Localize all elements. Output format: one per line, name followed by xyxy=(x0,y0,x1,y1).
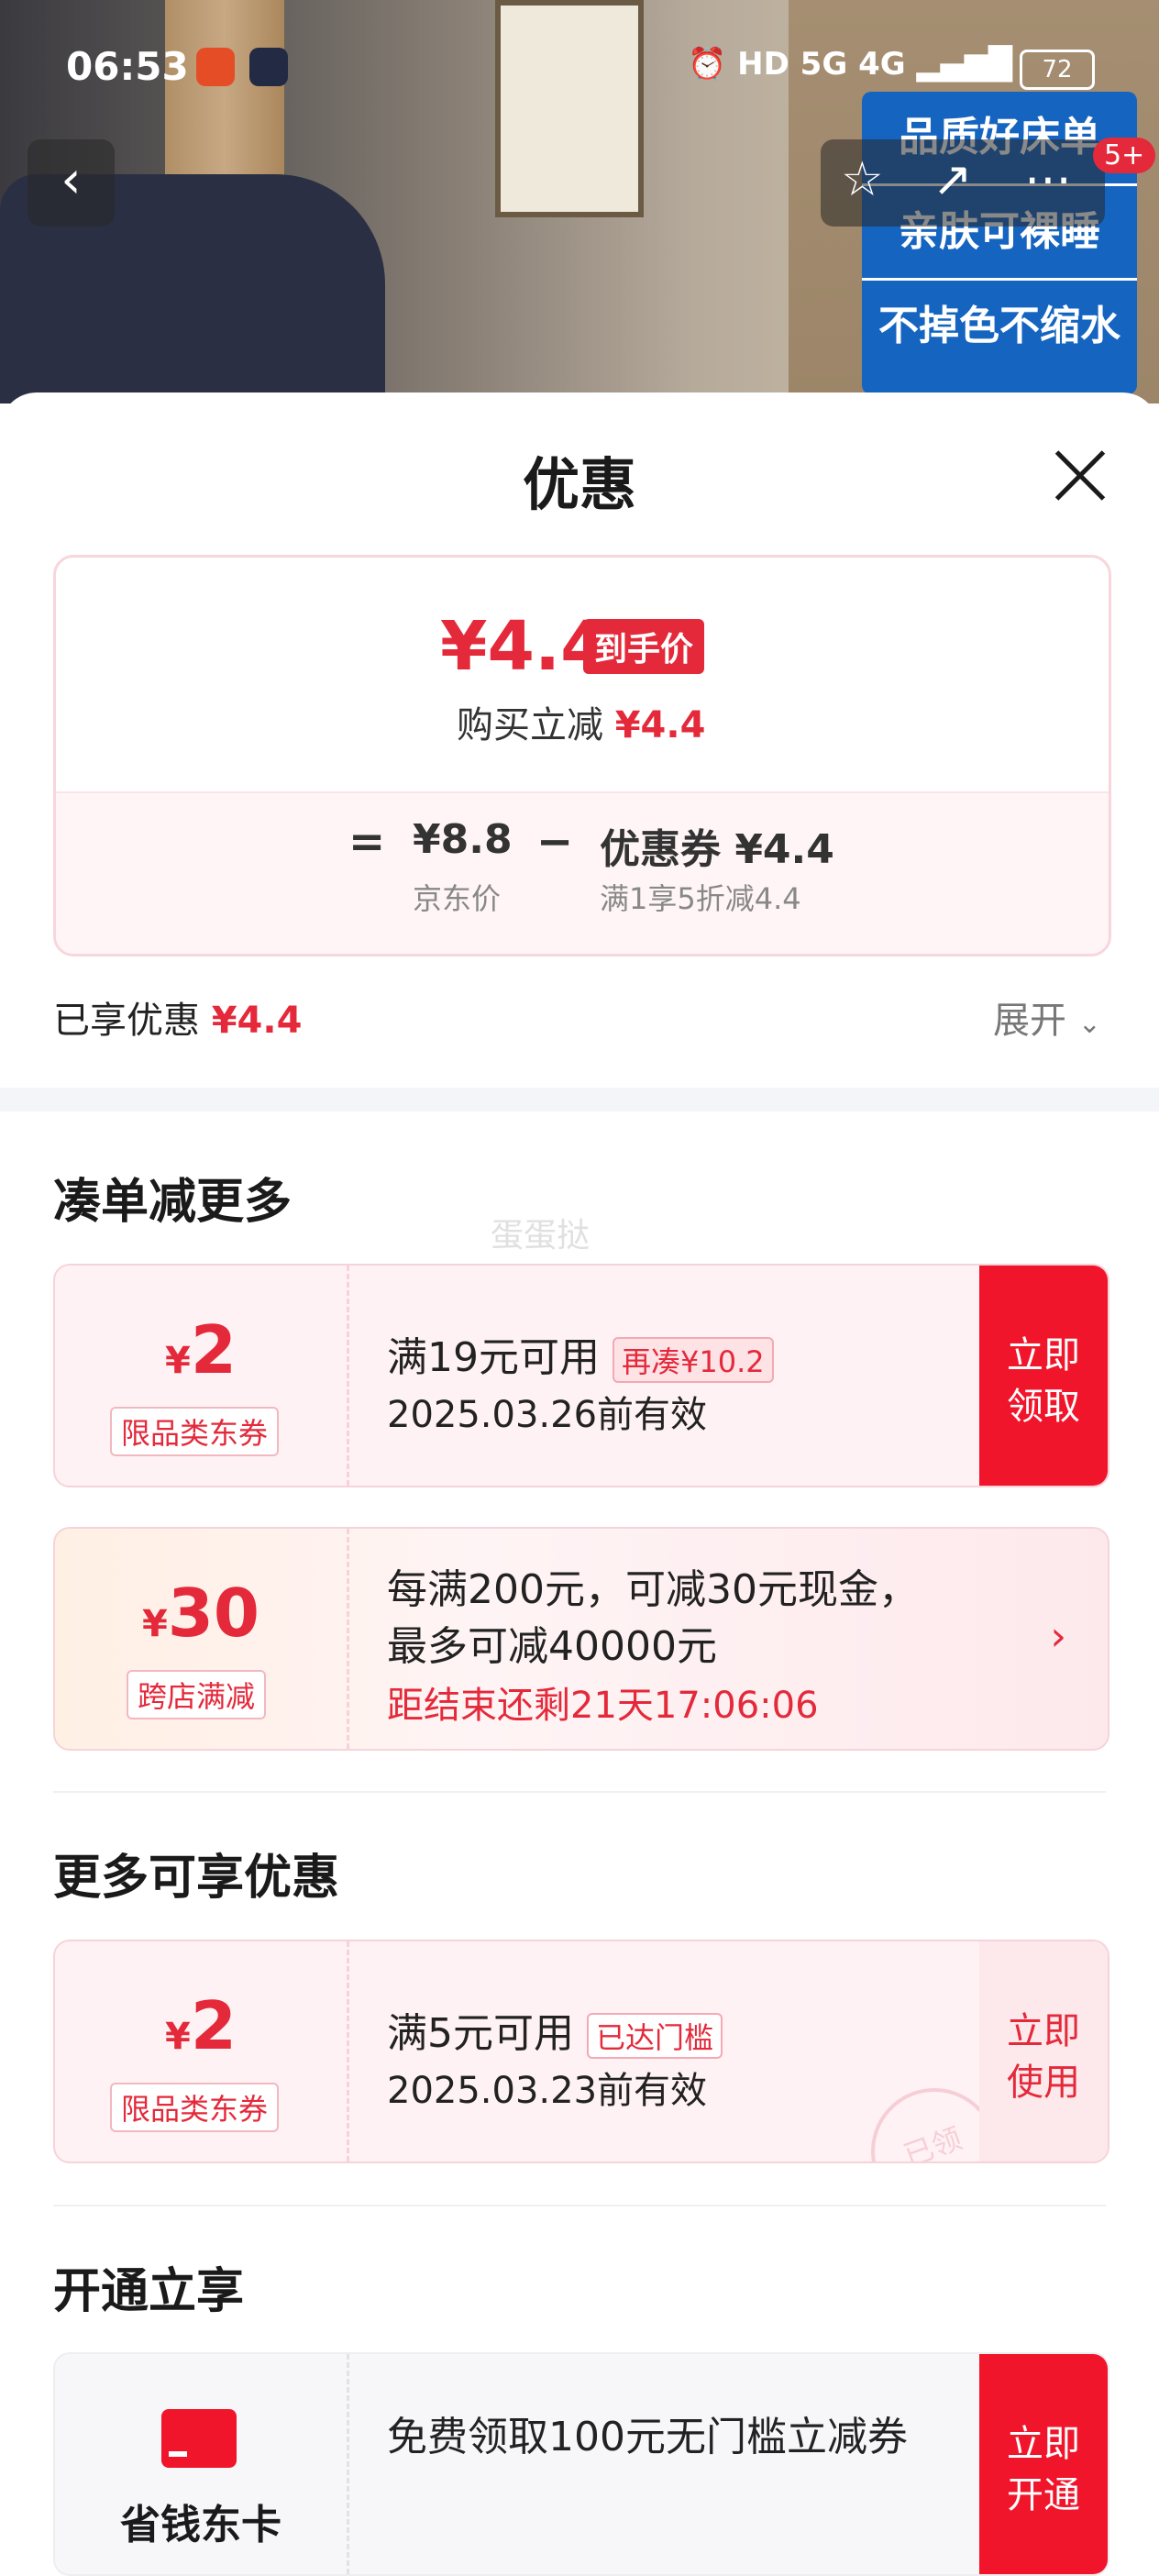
section-title-more-order: 凑单减更多 xyxy=(53,1175,293,1230)
coupon-type: 跨店满减 xyxy=(127,1670,267,1719)
card-icon xyxy=(161,2409,237,2468)
add-more-chip: 再凑¥10.2 xyxy=(613,1337,774,1383)
more-icon[interactable]: ⋯ xyxy=(1024,152,1072,207)
discount-value: ¥4.4 xyxy=(614,704,706,746)
coupon-type: 限品类东券 xyxy=(110,2083,280,2132)
sheet-title: 优惠 xyxy=(522,451,636,518)
equals-sign: = xyxy=(348,816,386,868)
use-coupon-button[interactable]: 立即 使用 xyxy=(979,1941,1108,2161)
jd-price: ¥8.8 xyxy=(413,816,513,863)
claim-coupon-button[interactable]: 立即 领取 xyxy=(979,1266,1108,1486)
coupon-amount: ¥2 xyxy=(55,1987,347,2064)
status-time: 06:53 xyxy=(66,44,189,89)
section-title-open: 开通立享 xyxy=(53,2264,245,2319)
watermark: 蛋蛋挞 xyxy=(491,1217,591,1255)
section-divider xyxy=(0,1088,1159,1111)
action-line: 开通 xyxy=(1007,2474,1080,2516)
savings-card-offer: 省钱东卡 免费领取100元无门槛立减券 立即开通 xyxy=(53,2352,1109,2576)
coupon-condition-line: 满19元可用 再凑¥10.2 xyxy=(387,1324,774,1383)
vip-left: 省钱东卡 xyxy=(55,2354,349,2574)
price-breakdown-area xyxy=(56,791,1109,954)
action-line: 领取 xyxy=(1007,1386,1080,1428)
threshold-met-chip: 已达门槛 xyxy=(587,2013,723,2059)
status-icons: ⏰ HD 5G 4G ▂▄▆█ xyxy=(688,46,1013,83)
currency-symbol: ¥ xyxy=(165,1340,191,1382)
coupon-value: 2 xyxy=(190,1987,237,2064)
action-line: 立即 xyxy=(1007,2010,1080,2052)
offer-text: 免费领取100元无门槛立减券 xyxy=(387,2414,908,2460)
minus-sign: − xyxy=(536,816,574,868)
enjoyed-value: ¥4.4 xyxy=(211,1000,303,1042)
network-labels: HD 5G 4G xyxy=(737,46,906,83)
cross-store-discount-card[interactable]: ¥30 跨店满减 每满200元，可减30元现金， 最多可减40000元 距结束还… xyxy=(53,1527,1109,1751)
chevron-down-icon: ⌄ xyxy=(1077,1008,1101,1040)
coupon-left: ¥2 限品类东券 xyxy=(55,1266,349,1486)
promo-banner: 品质好床单 亲肤可裸睡 不掉色不缩水 xyxy=(862,92,1137,394)
action-line: 立即 xyxy=(1007,1334,1080,1376)
enjoyed-discount: 已享优惠 ¥4.4 xyxy=(53,990,302,1044)
promo-banner-line: 不掉色不缩水 xyxy=(878,303,1120,349)
share-icon[interactable]: ↗ xyxy=(933,152,973,207)
open-card-button[interactable]: 立即 开通 xyxy=(979,2354,1108,2574)
discount-rule-line2: 最多可减40000元 xyxy=(387,1623,717,1670)
discount-rule-line1: 每满200元，可减30元现金， xyxy=(387,1566,919,1613)
notification-app-icon xyxy=(249,48,288,86)
notification-app-icon xyxy=(196,48,235,86)
close-icon[interactable] xyxy=(1053,448,1108,503)
coupon-card: ¥2 限品类东券 满5元可用 已达门槛 2025.03.23前有效 已领 立即 使用 xyxy=(53,1940,1109,2163)
action-line: 使用 xyxy=(1007,2062,1080,2104)
favorite-star-icon[interactable]: ☆ xyxy=(841,152,884,207)
wall-picture-frame xyxy=(495,0,644,217)
coupon-value: 2 xyxy=(190,1311,237,1388)
coupon-condition: 满19元可用 xyxy=(387,1334,600,1381)
coupon-left: ¥2 限品类东券 xyxy=(55,1941,349,2161)
top-action-bar: ☆ ↗ ⋯ xyxy=(821,139,1105,227)
battery-icon: 72 xyxy=(1020,50,1095,90)
discount-label: 购买立减 xyxy=(457,704,603,746)
currency-symbol: ¥ xyxy=(141,1603,168,1645)
chevron-right-icon: › xyxy=(1050,1613,1066,1660)
coupon-value: 30 xyxy=(167,1575,260,1652)
action-line: 立即 xyxy=(1007,2423,1080,2465)
enjoyed-label: 已享优惠 xyxy=(53,1000,200,1042)
coupon-type: 限品类东券 xyxy=(110,1407,280,1456)
coupon-validity: 2025.03.26前有效 xyxy=(387,1394,708,1436)
divider-line xyxy=(53,2205,1106,2206)
back-button[interactable]: ‹ xyxy=(28,139,115,227)
coupon-condition: 满5元可用 xyxy=(387,2010,574,2057)
card-name: 省钱东卡 xyxy=(120,2502,281,2548)
section-title-more-available: 更多可享优惠 xyxy=(53,1851,340,1906)
jd-price-label: 京东价 xyxy=(413,881,502,916)
discount-line: 购买立减 ¥4.4 xyxy=(457,695,705,748)
coupon-left: ¥30 跨店满减 xyxy=(55,1529,349,1749)
expand-label: 展开 xyxy=(993,1000,1066,1042)
coupon-condition-line: 满5元可用 已达门槛 xyxy=(387,2000,723,2059)
coupon-amount: ¥2 xyxy=(55,1311,347,1388)
countdown: 距结束还剩21天17:06:06 xyxy=(387,1685,819,1727)
coupon-validity: 2025.03.23前有效 xyxy=(387,2070,708,2112)
coupon-amount: ¥30 xyxy=(55,1575,347,1652)
divider-line xyxy=(53,1791,1106,1793)
coupon-amount: 优惠券 ¥4.4 xyxy=(600,826,834,873)
coupon-rule: 满1享5折减4.4 xyxy=(600,881,801,916)
currency-symbol: ¥ xyxy=(165,2016,191,2058)
final-price-tag: 到手价 xyxy=(583,619,705,674)
message-count-badge: 5+ xyxy=(1093,138,1156,173)
coupon-card: ¥2 限品类东券 满19元可用 再凑¥10.2 2025.03.26前有效 立即领… xyxy=(53,1264,1109,1487)
expand-button[interactable]: 展开 ⌄ xyxy=(993,990,1101,1044)
